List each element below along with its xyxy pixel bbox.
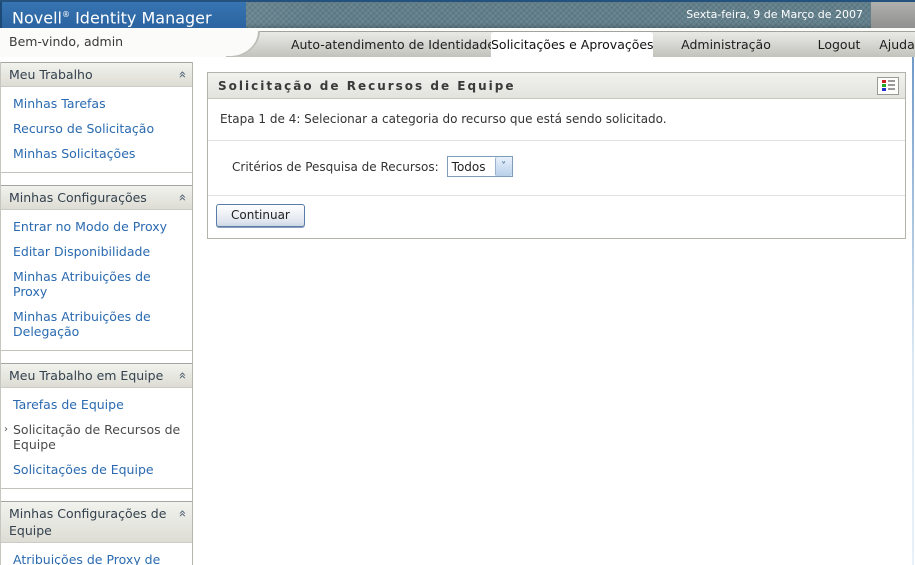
novell-logo: Novell® Identity Manager [0,2,246,28]
tab-logout[interactable]: Logout [811,32,867,58]
sidebar-navigation: Meu Trabalho « Minhas Tarefas Recurso de… [0,62,193,565]
resource-search-criteria-select[interactable]: Todos ˅ [446,156,513,177]
wizard-step-text: Etapa 1 de 4: Selecionar a categoria do … [208,99,905,141]
header-right-gray-block [871,2,915,28]
sidebar-section-my-work: Meu Trabalho « Minhas Tarefas Recurso de… [1,62,192,173]
collapse-chevron-icon[interactable]: « [175,194,190,202]
select-current-value: Todos [451,160,486,174]
sidebar-item-team-tasks[interactable]: Tarefas de Equipe [1,392,192,417]
tab-administration[interactable]: Administração [671,32,781,58]
tab-identity-self-service[interactable]: Auto-atendimento de Identidade [273,32,513,58]
chevron-down-icon[interactable]: ˅ [494,157,512,176]
tab-requests-approvals[interactable]: Solicitações e Aprovações [491,32,654,58]
section-title: Meu Trabalho em Equipe [9,368,164,383]
sidebar-header-my-team-settings[interactable]: Minhas Configurações de Equipe « [1,501,192,543]
sidebar-header-my-settings[interactable]: Minhas Configurações « [1,185,192,210]
collapse-chevron-icon[interactable]: « [175,372,190,380]
sidebar-header-my-work[interactable]: Meu Trabalho « [1,62,192,87]
section-title: Meu Trabalho [9,67,93,82]
actions-row: Continuar [208,195,905,238]
right-edge-decoration [912,57,914,565]
tab-bar: Auto-atendimento de Identidade Solicitaç… [232,31,915,58]
team-resource-request-portlet: Solicitação de Recursos de Equipe Etapa … [207,72,906,239]
sidebar-item-team-requests[interactable]: Solicitações de Equipe [1,457,192,482]
sidebar-section-my-team-settings: Minhas Configurações de Equipe « Atribui… [1,501,192,565]
portlet-grid-icon-glyph [881,80,895,91]
product-name: Identity Manager [75,8,212,28]
welcome-message: Bem-vindo, admin [9,34,124,49]
sidebar-item-label: Solicitação de Recursos de Equipe [13,422,181,452]
criteria-label: Critérios de Pesquisa de Recursos: [232,159,439,174]
sidebar-item-my-proxy-assignments[interactable]: Minhas Atribuições de Proxy [1,264,192,304]
registered-mark: ® [61,10,70,19]
sidebar-item-my-requests[interactable]: Minhas Solicitações [1,141,192,166]
sidebar-item-my-delegation-assignments[interactable]: Minhas Atribuições de Delegação [1,304,192,344]
section-items: Minhas Tarefas Recurso de Solicitação Mi… [1,87,192,172]
sidebar-item-team-proxy-assignments[interactable]: Atribuições de Proxy de Equipe [1,547,192,565]
section-items: Atribuições de Proxy de Equipe Atribuiçõ… [1,543,192,565]
collapse-chevron-icon[interactable]: « [175,510,190,518]
selected-item-marker: › [4,424,8,435]
section-items: Entrar no Modo de Proxy Editar Disponibi… [1,210,192,350]
sidebar-item-request-resource[interactable]: Recurso de Solicitação [1,116,192,141]
collapse-chevron-icon[interactable]: « [175,71,190,79]
sidebar-item-my-tasks[interactable]: Minhas Tarefas [1,91,192,116]
sidebar-item-enter-proxy-mode[interactable]: Entrar no Modo de Proxy [1,214,192,239]
current-date: Sexta-feira, 9 de Março de 2007 [686,8,863,21]
brand-name: Novell [12,8,62,28]
continue-button[interactable]: Continuar [216,204,305,227]
portlet-title-bar: Solicitação de Recursos de Equipe [208,73,905,99]
section-title: Minhas Configurações de Equipe [9,506,167,538]
top-header-bar: Novell® Identity Manager Sexta-feira, 9 … [0,0,915,28]
page: Novell® Identity Manager Sexta-feira, 9 … [0,0,915,565]
criteria-row: Critérios de Pesquisa de Recursos: Todos… [208,141,905,195]
sidebar-item-team-resource-request-current[interactable]: › Solicitação de Recursos de Equipe [1,417,192,457]
portlet-title: Solicitação de Recursos de Equipe [218,78,516,93]
section-title: Minhas Configurações [9,190,147,205]
portlet-grid-icon[interactable] [877,76,899,95]
sidebar-section-my-team-work: Meu Trabalho em Equipe « Tarefas de Equi… [1,363,192,489]
sidebar-item-edit-availability[interactable]: Editar Disponibilidade [1,239,192,264]
section-items: Tarefas de Equipe › Solicitação de Recur… [1,388,192,488]
tab-help[interactable]: Ajuda [877,32,915,58]
sidebar-section-my-settings: Minhas Configurações « Entrar no Modo de… [1,185,192,351]
sidebar-header-my-team-work[interactable]: Meu Trabalho em Equipe « [1,363,192,388]
